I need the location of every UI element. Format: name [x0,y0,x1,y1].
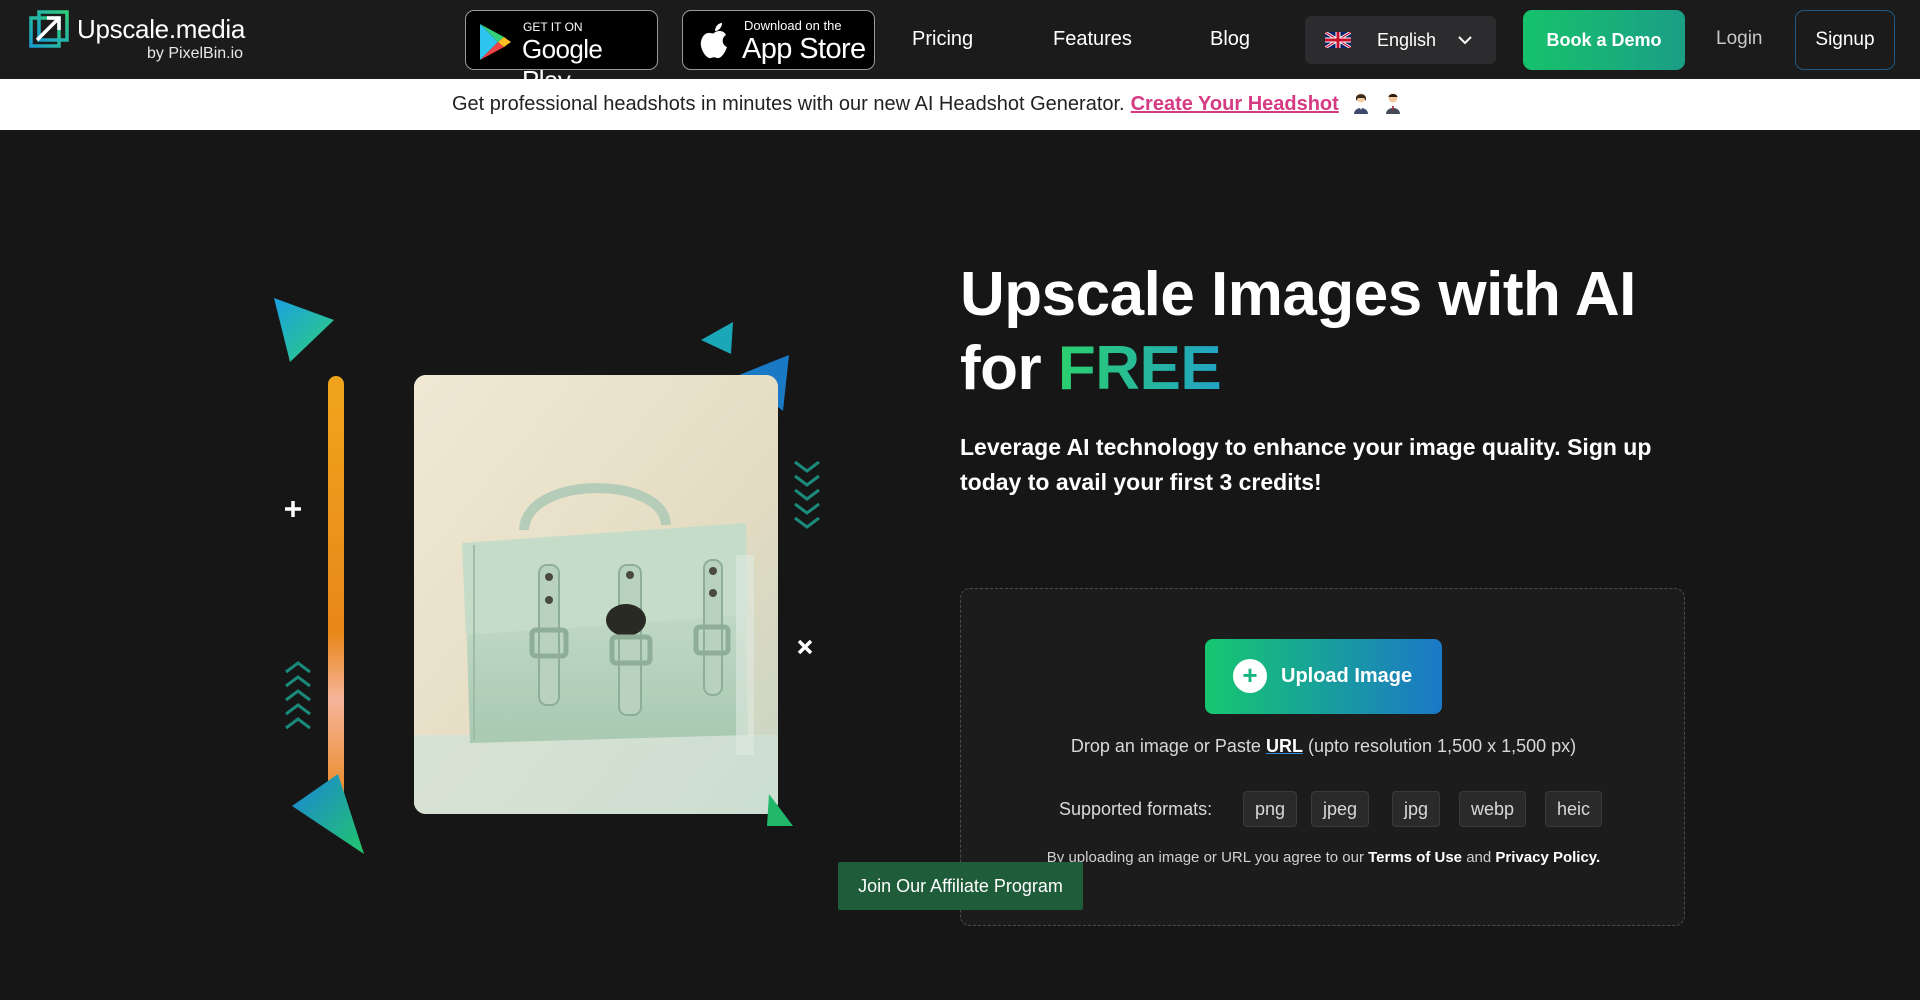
banner-content: Get professional headshots in minutes wi… [452,92,1402,116]
create-headshot-link[interactable]: Create Your Headshot [1131,93,1339,115]
login-link[interactable]: Login [1716,28,1763,50]
format-chip: png [1243,791,1298,827]
uk-flag-icon [1325,32,1351,48]
close-x-decoration-icon [797,639,813,655]
drop-suffix: (upto resolution 1,500 x 1,500 px) [1307,736,1577,756]
language-select[interactable]: English [1305,16,1496,64]
book-demo-button[interactable]: Book a Demo [1523,10,1685,70]
slider-bar-icon[interactable] [325,376,347,816]
nav-features[interactable]: Features [1053,28,1132,51]
format-chip: jpeg [1311,791,1370,827]
logo[interactable]: Upscale.media by PixelBin.io [29,10,259,66]
announcement-banner: Get professional headshots in minutes wi… [0,79,1920,130]
terms-of-use-link[interactable]: Terms of Use [1368,849,1462,866]
title-line-2: for FREE [960,332,1636,406]
title-for: for [960,334,1042,403]
google-play-icon [480,24,511,60]
upscale-logo-icon [29,10,69,48]
nav-blog[interactable]: Blog [1210,28,1250,51]
handbag-image [414,375,778,814]
triangle-decoration-icon [274,298,334,362]
chevron-down-decoration-icon [794,460,820,529]
triangle-decoration-icon [292,774,364,854]
banner-text: Get professional headshots in minutes wi… [452,93,1125,115]
upload-image-label: Upload Image [1281,665,1413,687]
format-chip: webp [1459,791,1527,827]
logo-sub: by PixelBin.io [147,45,244,62]
hero-subtitle: Leverage AI technology to enhance your i… [960,434,1652,495]
upload-image-button[interactable]: + Upload Image [1205,639,1442,714]
privacy-policy-link[interactable]: Privacy Policy. [1495,849,1600,866]
formats-label: Supported formats: [1059,799,1213,819]
drop-instructions: Drop an image or Paste URL (upto resolut… [961,736,1686,757]
plus-icon: + [1233,659,1267,693]
google-play-button[interactable]: GET IT ON Google Play [465,10,658,95]
paste-url-link[interactable]: URL [1266,736,1303,756]
app-store-small: Download on the [744,18,842,33]
language-label: English [1377,30,1437,50]
app-store-label: App Store [742,33,866,65]
top-navigation: Upscale.media by PixelBin.io GET IT ON G… [0,0,1920,95]
apple-icon [700,23,727,59]
affiliate-program-button[interactable]: Join Our Affiliate Program [838,862,1083,910]
woman-professional-icon [1354,93,1369,114]
triangle-decoration-icon [701,322,733,354]
logo-name: Upscale.media [77,14,246,44]
title-free: FREE [1057,334,1222,403]
page-title: Upscale Images with AI for FREE [960,258,1636,406]
signup-button[interactable]: Signup [1795,10,1895,70]
app-store-button[interactable]: Download on the App Store [682,10,875,70]
google-play-small: GET IT ON [523,20,583,34]
plus-icon [285,501,301,517]
title-line-1: Upscale Images with AI [960,260,1636,329]
nav-pricing[interactable]: Pricing [912,28,973,51]
terms-and: and [1466,849,1492,866]
terms-prefix: By uploading an image or URL you agree t… [1046,849,1364,866]
before-after-preview-image [414,375,778,814]
format-chip: heic [1545,791,1603,827]
chevron-down-icon [1458,36,1472,45]
format-chip: jpg [1392,791,1441,827]
triangle-decoration-icon [767,794,793,826]
chevron-up-decoration-icon [285,661,311,730]
man-professional-icon [1385,93,1400,114]
drop-prefix: Drop an image or Paste [1070,736,1261,756]
